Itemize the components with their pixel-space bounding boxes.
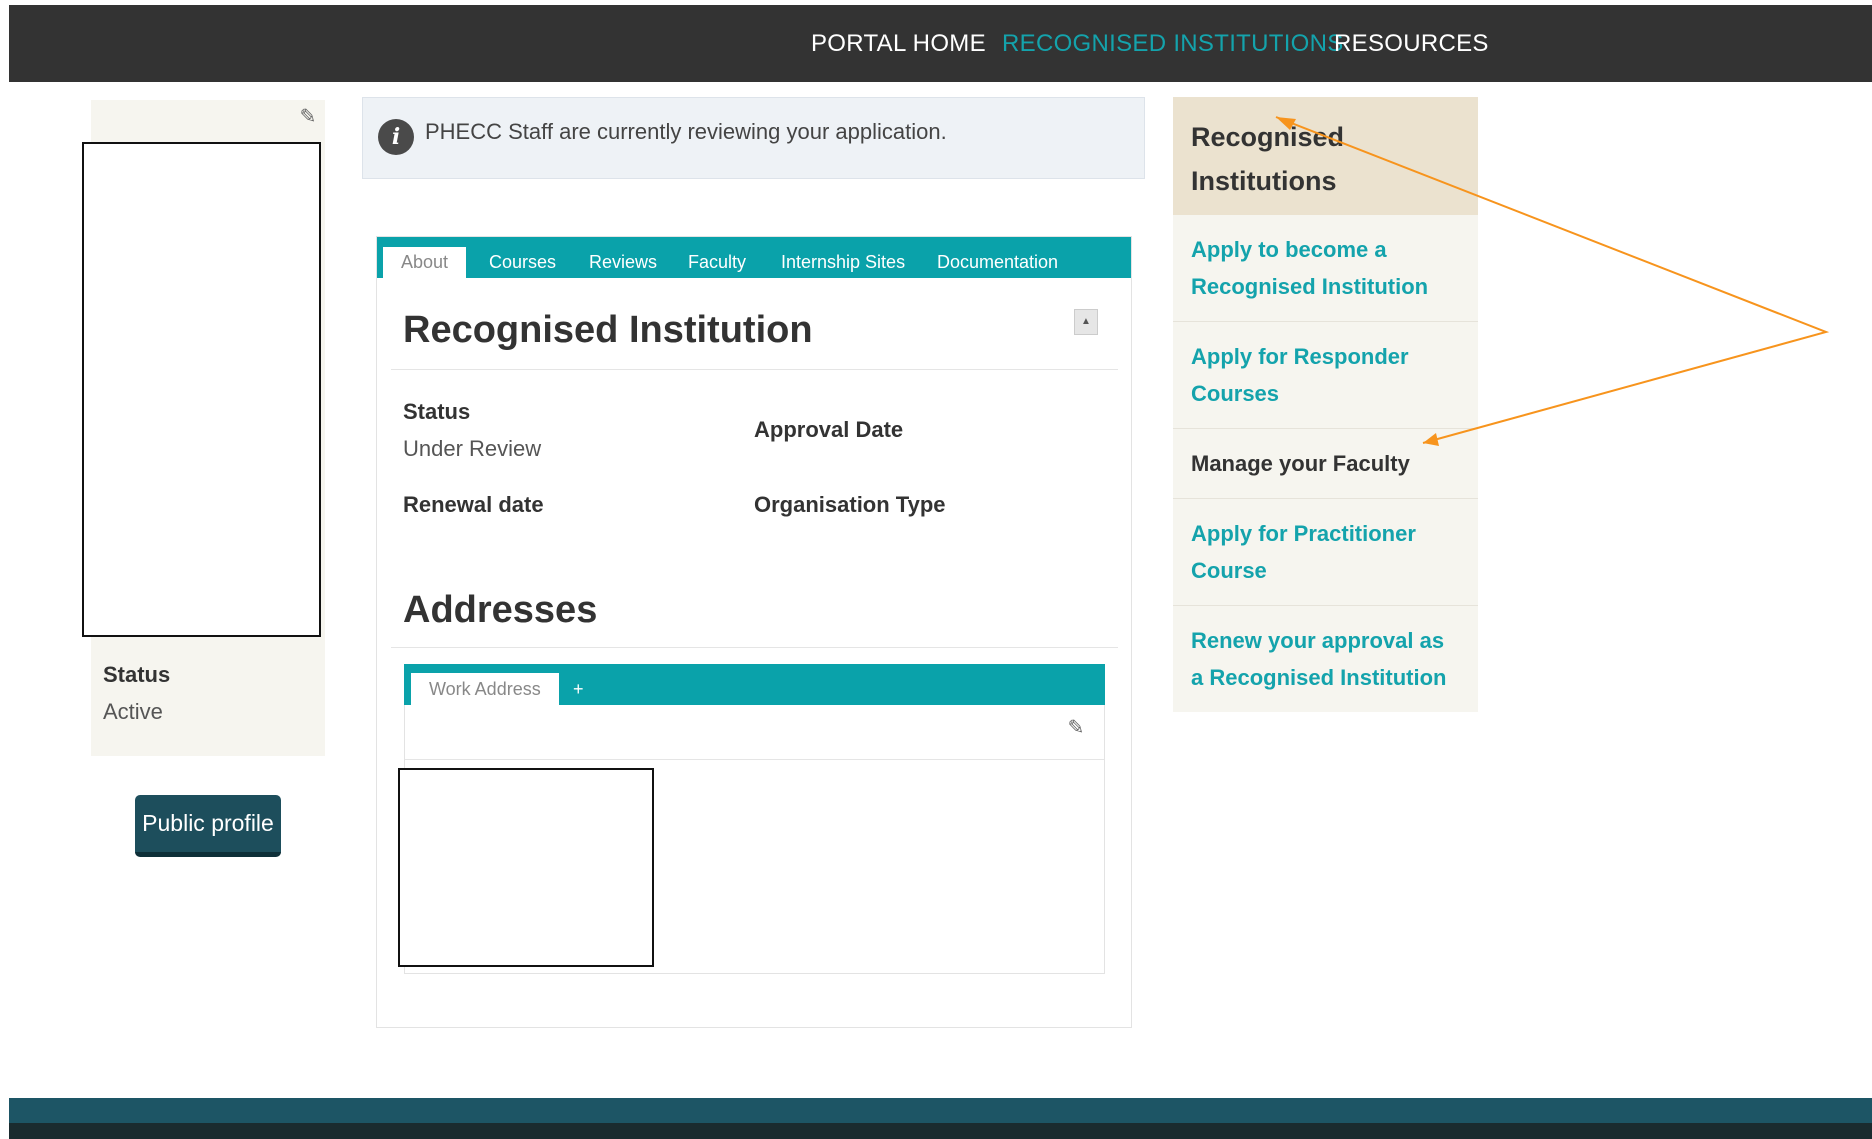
sidebar-item-apply-responder-courses[interactable]: Apply for Responder Courses	[1173, 322, 1478, 429]
info-icon: i	[378, 119, 414, 155]
collapse-up-icon[interactable]: ▲	[1074, 309, 1098, 335]
profile-status-label: Status	[103, 662, 171, 687]
sidebar-item-manage-faculty[interactable]: Manage your Faculty	[1173, 429, 1478, 499]
tab-internship-sites[interactable]: Internship Sites	[781, 247, 905, 278]
add-address-button[interactable]: +	[573, 673, 584, 705]
section-title-addresses: Addresses	[403, 589, 598, 631]
tab-about[interactable]: About	[383, 247, 467, 278]
organisation-type-label: Organisation Type	[754, 492, 946, 517]
tab-faculty[interactable]: Faculty	[688, 247, 746, 278]
footer	[9, 1098, 1872, 1139]
renewal-date-label: Renewal date	[403, 492, 544, 517]
profile-tabs: About Courses Reviews Faculty Internship…	[377, 237, 1131, 278]
sidebar-menu: Recognised Institutions Apply to become …	[1173, 97, 1478, 712]
alert-message: PHECC Staff are currently reviewing your…	[425, 119, 947, 144]
nav-resources[interactable]: RESOURCES	[1334, 5, 1489, 82]
sidebar-item-renew-approval[interactable]: Renew your approval as a Recognised Inst…	[1173, 606, 1478, 712]
sidebar-item-apply-recognised-institution[interactable]: Apply to become a Recognised Institution	[1173, 215, 1478, 322]
divider	[391, 647, 1118, 648]
edit-pencil-icon[interactable]: ✎	[1065, 717, 1087, 739]
profile-image-redacted	[82, 142, 321, 637]
info-alert: i PHECC Staff are currently reviewing yo…	[362, 97, 1145, 179]
address-details-redacted	[398, 768, 654, 967]
nav-recognised-institutions[interactable]: RECOGNISED INSTITUTIONS	[1002, 5, 1344, 82]
status-label: Status	[403, 399, 471, 424]
sidebar-item-apply-practitioner-course[interactable]: Apply for Practitioner Course	[1173, 499, 1478, 606]
footer-bottom-bar	[9, 1123, 1872, 1139]
tab-reviews[interactable]: Reviews	[589, 247, 657, 278]
divider	[405, 759, 1104, 760]
nav-portal-home[interactable]: PORTAL HOME	[811, 5, 986, 82]
top-navbar: PORTAL HOME RECOGNISED INSTITUTIONS RESO…	[9, 5, 1872, 82]
tab-courses[interactable]: Courses	[489, 247, 556, 278]
divider	[391, 369, 1118, 370]
sidebar-heading: Recognised Institutions	[1173, 97, 1478, 215]
section-title-recognised-institution: Recognised Institution	[403, 309, 813, 351]
profile-status-value: Active	[103, 699, 163, 724]
edit-pencil-icon[interactable]: ✎	[297, 106, 319, 128]
tab-work-address[interactable]: Work Address	[411, 673, 559, 705]
public-profile-button[interactable]: Public profile	[135, 795, 281, 857]
tab-documentation[interactable]: Documentation	[937, 247, 1058, 278]
status-value: Under Review	[403, 436, 542, 461]
address-tabs: Work Address +	[404, 664, 1105, 705]
approval-date-label: Approval Date	[754, 417, 904, 442]
